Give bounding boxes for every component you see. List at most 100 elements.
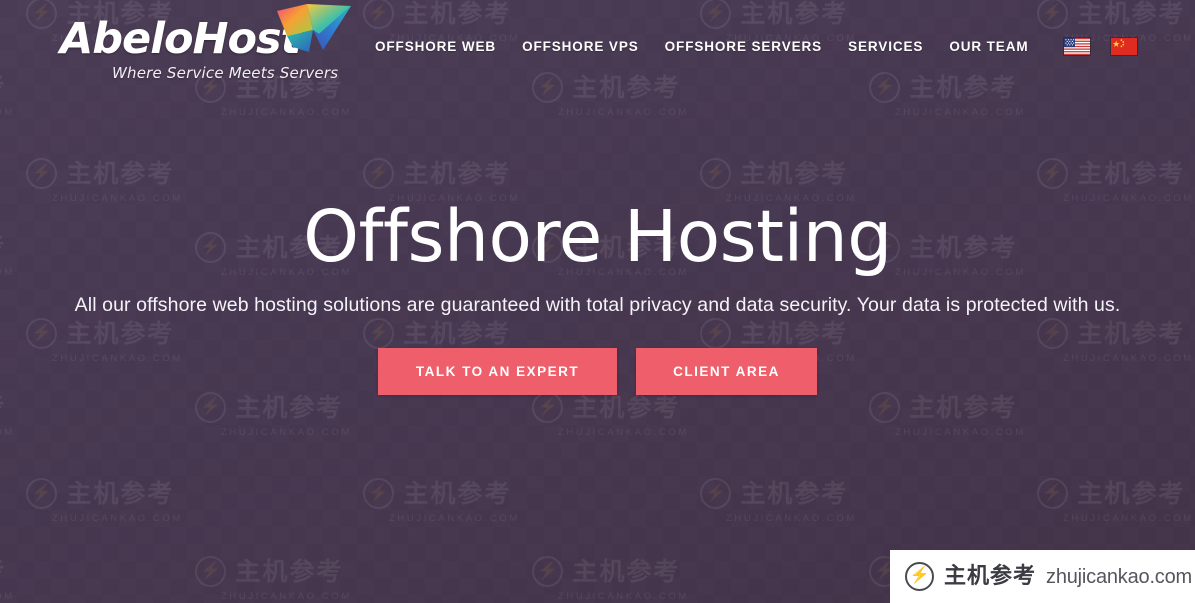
watermark-cn-text: 主机参考 bbox=[1077, 159, 1186, 188]
watermark-logo-icon: ⚡ bbox=[1037, 478, 1069, 509]
watermark-url-text: ZHUJICANKAO.COM bbox=[0, 107, 15, 118]
watermark-cn-text: 主机参考 bbox=[740, 479, 849, 508]
page-root: ⚡ 主机参考 ZHUJICANKAO.COM ⚡ 主机参考 ZHUJICANKAO.COM… bbox=[0, 0, 1195, 603]
flag-cn-icon[interactable] bbox=[1110, 37, 1137, 55]
watermark-url-text: ZHUJICANKAO.COM bbox=[52, 513, 183, 524]
flag-us-icon[interactable] bbox=[1063, 37, 1090, 55]
watermark-logo-icon: ⚡ bbox=[363, 478, 395, 509]
watermark-logo-icon: ⚡ bbox=[26, 158, 58, 189]
watermark-url-text: ZHUJICANKAO.COM bbox=[221, 591, 352, 602]
watermark-badge: ⚡ 主机参考 zhujicankao.com bbox=[890, 550, 1195, 603]
bolt-icon: ⚡ bbox=[31, 483, 53, 502]
watermark-cn-text: 主机参考 bbox=[403, 159, 512, 188]
talk-to-an-expert-button[interactable]: TALK TO AN EXPERT bbox=[378, 348, 617, 395]
watermark-url-text: ZHUJICANKAO.COM bbox=[0, 591, 15, 602]
watermark-cn-text: 主机参考 bbox=[0, 395, 6, 420]
watermark-logo-icon: ⚡ bbox=[700, 478, 732, 509]
watermark-url-text: ZHUJICANKAO.COM bbox=[389, 513, 520, 524]
hero-subtitle: All our offshore web hosting solutions a… bbox=[74, 294, 1121, 316]
watermark-logo-icon: ⚡ bbox=[532, 392, 564, 423]
bolt-icon: ⚡ bbox=[1042, 483, 1064, 502]
watermark-logo-icon: ⚡ bbox=[26, 318, 58, 349]
watermark-cn-text: 主机参考 bbox=[66, 319, 175, 348]
watermark-cn-text: 主机参考 bbox=[235, 393, 344, 422]
nav-services[interactable]: SERVICES bbox=[835, 39, 936, 54]
background-watermark: ⚡ 主机参考 ZHUJICANKAO.COM bbox=[692, 478, 857, 524]
nav-offshore-vps[interactable]: OFFSHORE VPS bbox=[509, 39, 652, 54]
bolt-icon: ⚡ bbox=[368, 483, 390, 502]
background-watermark: ⚡主机参考ZHUJICANKAO.COM bbox=[1029, 158, 1194, 204]
bolt-icon: ⚡ bbox=[537, 561, 559, 580]
watermark-logo-icon: ⚡ bbox=[363, 158, 395, 189]
watermark-cn-text: 主机参考 bbox=[403, 479, 512, 508]
background-watermark: ⚡ 主机参考 ZHUJICANKAO.COM bbox=[187, 556, 352, 602]
watermark-logo-icon: ⚡ bbox=[26, 478, 58, 509]
bolt-icon: ⚡ bbox=[200, 561, 222, 580]
nav-offshore-web[interactable]: OFFSHORE WEB bbox=[362, 39, 509, 54]
watermark-url-text: ZHUJICANKAO.COM bbox=[558, 591, 689, 602]
background-watermark: ⚡ 主机参考 ZHUJICANKAO.COM bbox=[355, 478, 520, 524]
language-switcher bbox=[1063, 37, 1137, 55]
background-watermark: ⚡ 主机参考 ZHUJICANKAO.COM bbox=[187, 392, 352, 438]
watermark-url-text: ZHUJICANKAO.COM bbox=[1063, 513, 1194, 524]
site-header: AbeloHost Where Service Meets Servers OF… bbox=[0, 0, 1195, 92]
bolt-icon: ⚡ bbox=[368, 323, 390, 342]
watermark-url-text: ZHUJICANKAO.COM bbox=[726, 513, 857, 524]
bolt-icon: ⚡ bbox=[874, 397, 896, 416]
watermark-cn-text: 主机参考 bbox=[572, 557, 681, 586]
background-watermark: ⚡ 主机参考 ZHUJICANKAO.COM bbox=[524, 556, 689, 602]
background-watermark: ⚡ 主机参考 ZHUJICANKAO.COM bbox=[1029, 478, 1194, 524]
badge-cn-text: 主机参考 bbox=[944, 563, 1037, 589]
watermark-logo-icon: ⚡ bbox=[700, 158, 732, 189]
watermark-cn-text: 主机参考 bbox=[909, 393, 1018, 422]
watermark-cn-text: 主机参考 bbox=[66, 159, 175, 188]
watermark-url-text: ZHUJICANKAO.COM bbox=[558, 427, 689, 438]
watermark-url-text: ZHUJICANKAO.COM bbox=[895, 427, 1026, 438]
watermark-cn-text: 主机参考 bbox=[235, 557, 344, 586]
watermark-cn-text: 主机参考 bbox=[740, 159, 849, 188]
watermark-logo-icon: ⚡ bbox=[363, 318, 395, 349]
watermark-cn-text: 主机参考 bbox=[403, 319, 512, 348]
watermark-cn-text: 主机参考 bbox=[1077, 479, 1186, 508]
background-watermark: ⚡ 主机参考 ZHUJICANKAO.COM bbox=[861, 392, 1026, 438]
badge-url-text: zhujicankao.com bbox=[1046, 565, 1192, 588]
watermark-cn-text: 主机参考 bbox=[572, 393, 681, 422]
background-watermark: ⚡主机参考ZHUJICANKAO.COM bbox=[0, 392, 15, 438]
watermark-cn-text: 主机参考 bbox=[740, 319, 849, 348]
bolt-icon: ⚡ bbox=[705, 483, 727, 502]
watermark-logo-icon: ⚡ bbox=[195, 556, 227, 587]
main-navigation: OFFSHORE WEB OFFSHORE VPS OFFSHORE SERVERS… bbox=[362, 39, 1042, 54]
brand-tagline: Where Service Meets Servers bbox=[112, 64, 339, 82]
bolt-icon: ⚡ bbox=[31, 323, 53, 342]
bolt-icon: ⚡ bbox=[1042, 323, 1064, 342]
nav-offshore-servers[interactable]: OFFSHORE SERVERS bbox=[652, 39, 835, 54]
watermark-logo-icon: ⚡ bbox=[532, 556, 564, 587]
background-watermark: ⚡主机参考ZHUJICANKAO.COM bbox=[0, 556, 15, 602]
badge-logo-icon: ⚡ bbox=[905, 562, 934, 591]
bolt-icon: ⚡ bbox=[705, 163, 727, 182]
watermark-logo-icon: ⚡ bbox=[1037, 318, 1069, 349]
bolt-icon: ⚡ bbox=[368, 163, 390, 182]
bolt-icon: ⚡ bbox=[200, 397, 222, 416]
bolt-icon: ⚡ bbox=[705, 323, 727, 342]
watermark-cn-text: 主机参考 bbox=[0, 559, 6, 584]
brand-logo[interactable]: AbeloHost Where Service Meets Servers bbox=[60, 4, 351, 88]
watermark-logo-icon: ⚡ bbox=[1037, 158, 1069, 189]
hero-cta-row: TALK TO AN EXPERT CLIENT AREA bbox=[0, 348, 1195, 395]
watermark-cn-text: 主机参考 bbox=[1077, 319, 1186, 348]
bolt-icon: ⚡ bbox=[1042, 163, 1064, 182]
bolt-icon: ⚡ bbox=[31, 163, 53, 182]
origami-bird-logo-icon bbox=[277, 4, 351, 52]
watermark-logo-icon: ⚡ bbox=[700, 318, 732, 349]
watermark-url-text: ZHUJICANKAO.COM bbox=[221, 107, 352, 118]
watermark-url-text: ZHUJICANKAO.COM bbox=[558, 107, 689, 118]
nav-our-team[interactable]: OUR TEAM bbox=[936, 39, 1041, 54]
background-watermark: ⚡ 主机参考 ZHUJICANKAO.COM bbox=[18, 478, 183, 524]
background-watermark: ⚡ 主机参考 ZHUJICANKAO.COM bbox=[524, 392, 689, 438]
watermark-url-text: ZHUJICANKAO.COM bbox=[0, 427, 15, 438]
client-area-button[interactable]: CLIENT AREA bbox=[636, 348, 817, 395]
watermark-logo-icon: ⚡ bbox=[195, 392, 227, 423]
bolt-icon: ⚡ bbox=[909, 566, 930, 584]
watermark-url-text: ZHUJICANKAO.COM bbox=[221, 427, 352, 438]
watermark-cn-text: 主机参考 bbox=[66, 479, 175, 508]
